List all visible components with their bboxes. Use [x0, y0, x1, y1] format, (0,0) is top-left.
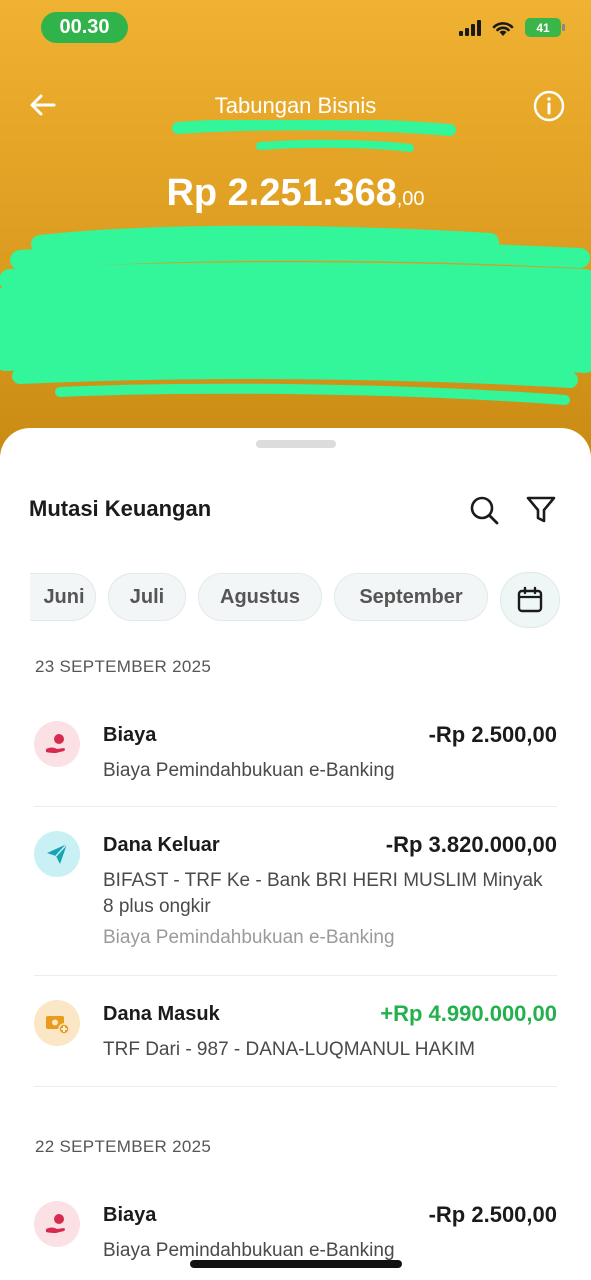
transaction-title: Dana Masuk	[103, 1003, 220, 1025]
divider	[34, 975, 557, 976]
chip-month-juli[interactable]: Juli	[108, 573, 186, 621]
account-header: 00.30 41 Tabungan Bisnis Rp 2.251.368,00	[0, 0, 591, 470]
transaction-title: Biaya	[103, 724, 157, 746]
calendar-button[interactable]	[500, 572, 560, 628]
transaction-item[interactable]: Biaya -Rp 2.500,00 Biaya Pemindahbukuan …	[34, 721, 557, 801]
filter-icon[interactable]	[525, 495, 557, 525]
status-time: 00.30	[41, 12, 128, 43]
transaction-amount: -Rp 2.500,00	[428, 722, 557, 747]
transaction-item[interactable]: Dana Masuk +Rp 4.990.000,00 TRF Dari - 9…	[34, 1000, 557, 1080]
account-title: Tabungan Bisnis	[214, 93, 377, 118]
transaction-title: Biaya	[103, 1204, 157, 1226]
transaction-title: Dana Keluar	[103, 834, 220, 856]
send-icon	[34, 831, 80, 877]
date-header: 23 SEPTEMBER 2025	[35, 657, 212, 676]
transactions-sheet: Mutasi Keuangan Juni Juli Agustus Septem…	[0, 428, 591, 1280]
money-in-icon	[34, 1000, 80, 1046]
transaction-description: BIFAST - TRF Ke - Bank BRI HERI MUSLIM M…	[103, 870, 543, 917]
wifi-icon	[492, 21, 514, 36]
signal-icon	[459, 19, 481, 36]
month-filter-chips: Juni Juli Agustus September	[30, 572, 561, 628]
transaction-amount: -Rp 3.820.000,00	[385, 832, 557, 857]
status-icons: 41	[459, 18, 565, 37]
transaction-amount: +Rp 4.990.000,00	[380, 1001, 557, 1026]
transaction-amount: -Rp 2.500,00	[428, 1202, 557, 1227]
sheet-drag-handle[interactable]	[256, 440, 336, 448]
search-icon[interactable]	[469, 495, 499, 525]
transaction-note: Biaya Pemindahbukuan e-Banking	[103, 927, 395, 948]
divider	[34, 806, 557, 807]
date-header: 22 SEPTEMBER 2025	[35, 1137, 212, 1156]
transaction-description: TRF Dari - 987 - DANA-LUQMANUL HAKIM	[103, 1039, 475, 1060]
chip-month-agustus[interactable]: Agustus	[198, 573, 322, 621]
divider	[34, 1086, 557, 1087]
transaction-item[interactable]: Dana Keluar -Rp 3.820.000,00 BIFAST - TR…	[34, 831, 557, 971]
section-title: Mutasi Keuangan	[29, 496, 212, 521]
transaction-description: Biaya Pemindahbukuan e-Banking	[103, 760, 395, 781]
calendar-icon	[517, 586, 543, 613]
info-icon[interactable]	[533, 90, 565, 122]
chip-month-juni[interactable]: Juni	[30, 573, 96, 621]
redaction-scribble	[0, 120, 591, 405]
transaction-item[interactable]: Biaya -Rp 2.500,00 Biaya Pemindahbukuan …	[34, 1201, 557, 1280]
chip-month-september[interactable]: September	[334, 573, 488, 621]
battery-icon: 41	[525, 18, 565, 37]
fee-icon	[34, 1201, 80, 1247]
fee-icon	[34, 721, 80, 767]
home-indicator[interactable]	[190, 1260, 402, 1268]
